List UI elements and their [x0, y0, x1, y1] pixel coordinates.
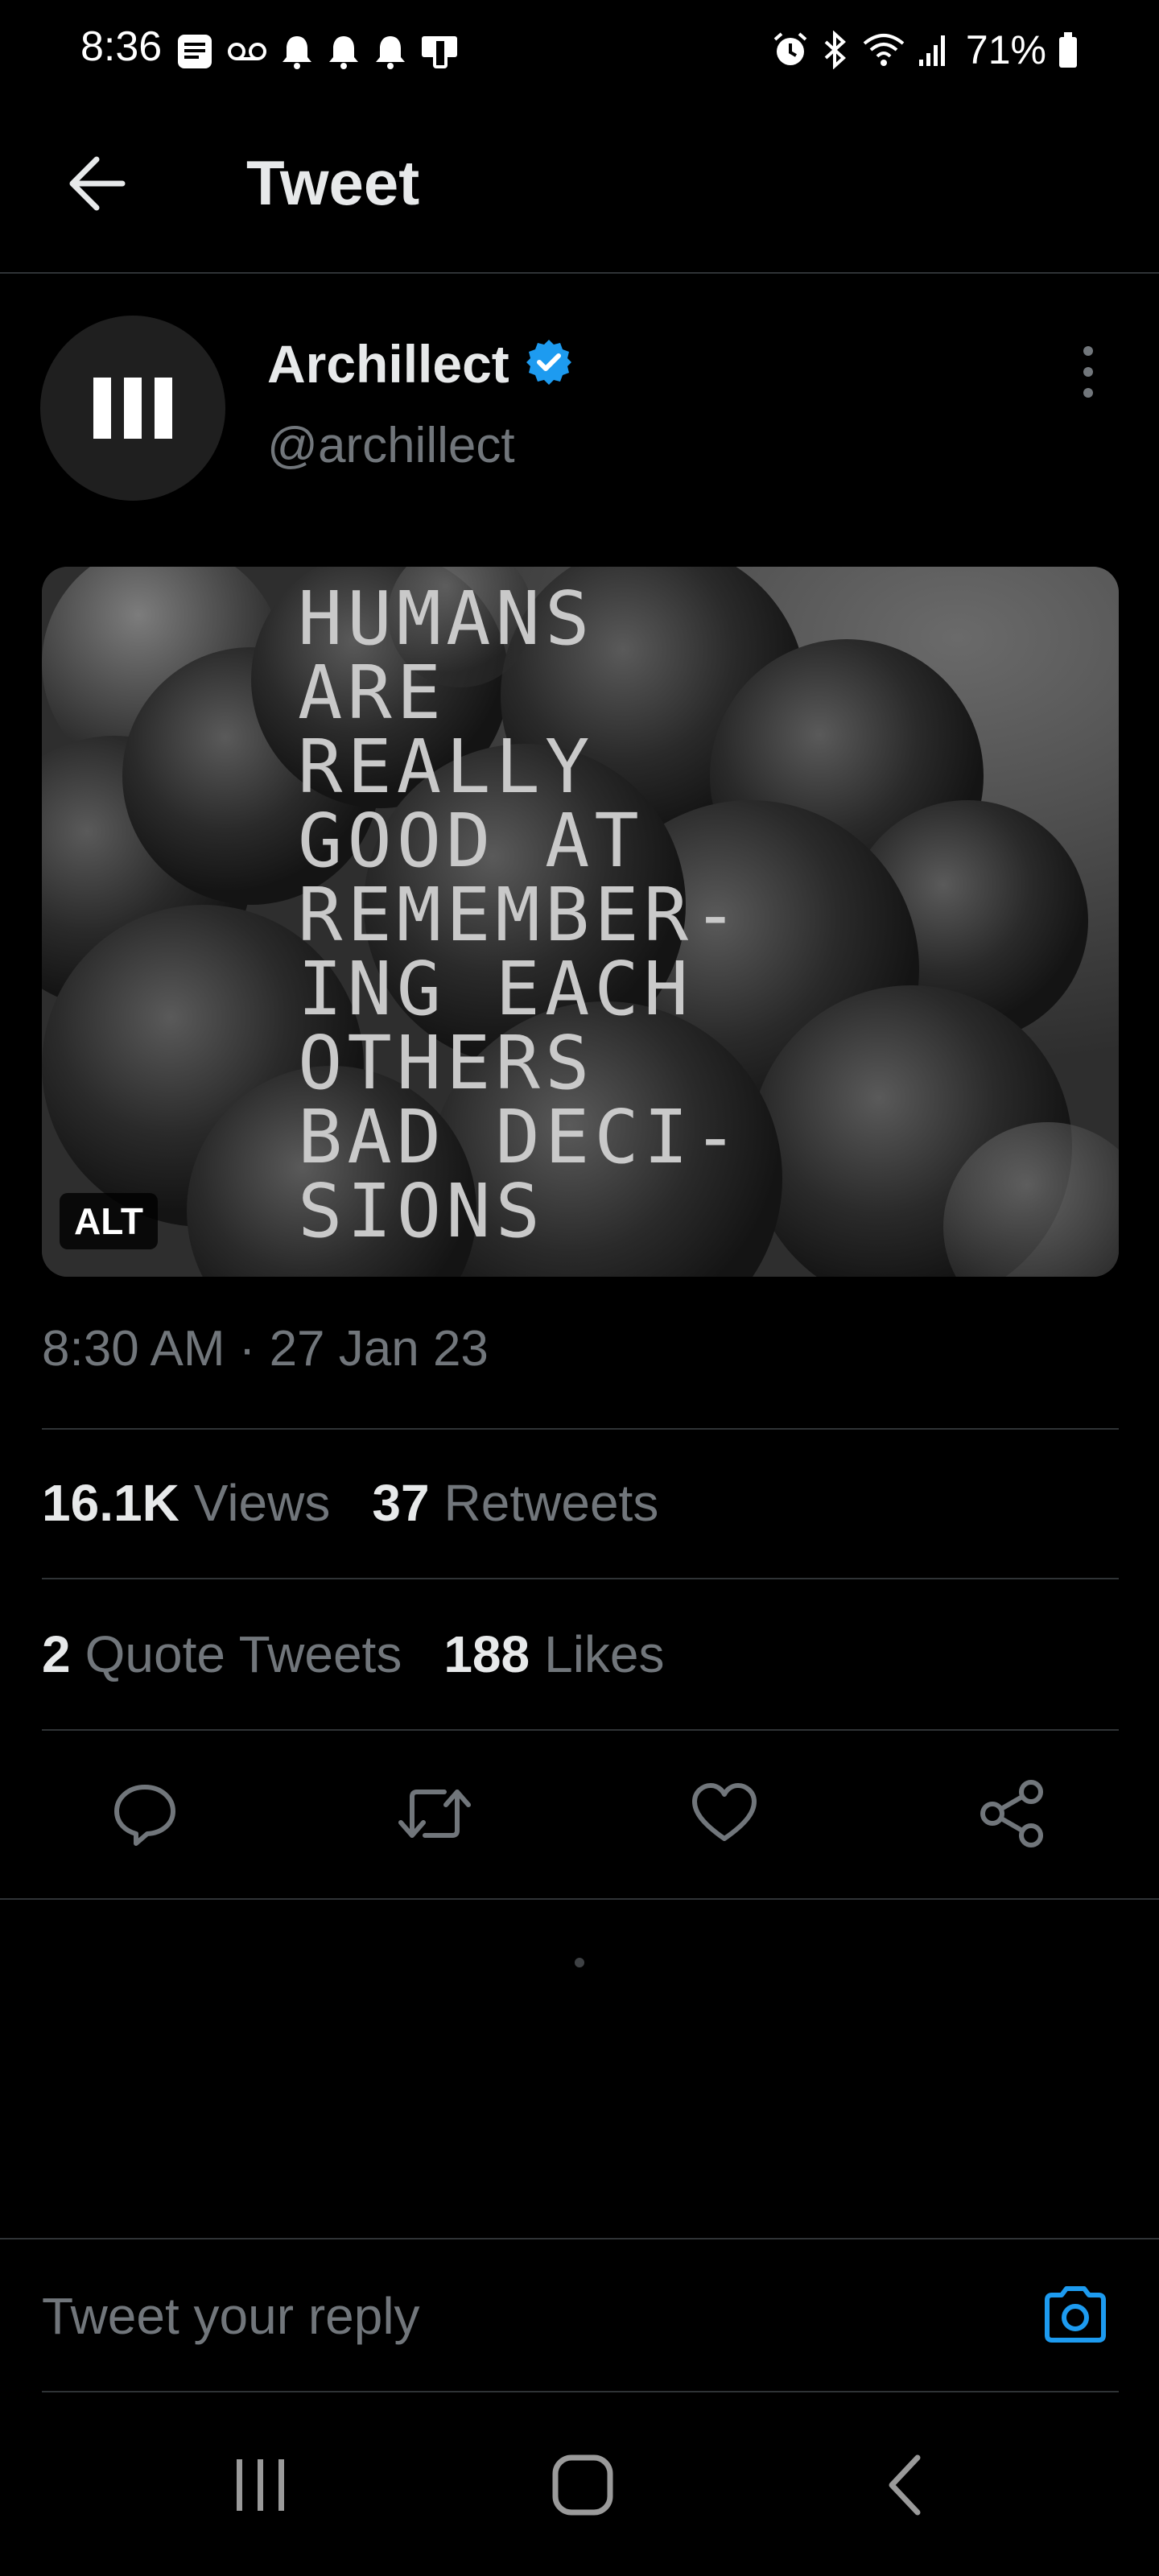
- alarm-icon: [771, 30, 810, 70]
- tweet-image[interactable]: HUMANS ARE REALLY GOOD AT REMEMBER- ING EACH O…: [42, 567, 1119, 1277]
- reply-button[interactable]: [97, 1771, 193, 1860]
- arrow-left-icon: [64, 151, 129, 220]
- views-label: Views: [193, 1474, 331, 1532]
- camera-icon: [1041, 2284, 1110, 2349]
- retweet-button[interactable]: [386, 1771, 483, 1860]
- camera-button[interactable]: [1035, 2280, 1116, 2352]
- voicemail-icon: [227, 31, 267, 72]
- image-text-line: HUMANS: [298, 576, 594, 662]
- recents-button[interactable]: [204, 2442, 317, 2531]
- share-icon: [976, 1777, 1049, 1854]
- reply-bar: [0, 2238, 1159, 2392]
- status-time: 8:36: [80, 23, 163, 70]
- signal-icon: [918, 30, 950, 70]
- image-text-line: REALLY: [298, 724, 594, 810]
- message-icon: [175, 31, 214, 72]
- image-text-line: BAD DECI-: [298, 1094, 743, 1180]
- battery-percent: 71%: [965, 27, 1046, 72]
- retweet-icon: [394, 1777, 475, 1854]
- author-handle[interactable]: @archillect: [267, 417, 515, 474]
- smoke-cloud-image: HUMANSAREREALLYGOOD ATREMEMBER-ING EACHO…: [42, 567, 1119, 1277]
- reply-underline: [42, 2391, 1119, 2392]
- stats-row-views-retweets: 16.1K Views 37 Retweets: [42, 1473, 700, 1533]
- reply-icon: [109, 1777, 181, 1854]
- divider: [42, 1578, 1119, 1579]
- likes-label[interactable]: Likes: [544, 1624, 664, 1684]
- image-text-line: ING EACH: [298, 946, 693, 1032]
- battery-icon: [1058, 30, 1079, 70]
- stats-row-quotes-likes: 2 Quote Tweets 188 Likes: [42, 1624, 707, 1684]
- wifi-icon: [861, 30, 906, 70]
- alt-badge[interactable]: ALT: [60, 1193, 159, 1249]
- quote-tweets-label[interactable]: Quote Tweets: [85, 1624, 402, 1684]
- tweet-timestamp: 8:30 AM · 27 Jan 23: [42, 1321, 489, 1377]
- image-text-line: GOOD AT: [298, 798, 644, 884]
- likes-count[interactable]: 188: [443, 1624, 530, 1684]
- image-text-line: ARE: [298, 650, 446, 736]
- page-title: Tweet: [246, 147, 420, 218]
- more-dots-icon: [1083, 346, 1093, 356]
- top-bar: Tweet: [0, 103, 1159, 274]
- bluetooth-icon: [821, 30, 850, 70]
- tweet-actions: [0, 1731, 1159, 1900]
- back-button[interactable]: [56, 145, 137, 225]
- image-text-line: SIONS: [298, 1168, 545, 1254]
- image-text-line: OTHERS: [298, 1020, 594, 1106]
- author-name-row[interactable]: Archillect: [267, 333, 574, 394]
- quote-tweets-count[interactable]: 2: [42, 1624, 71, 1684]
- verified-badge-icon: [524, 337, 574, 391]
- home-button[interactable]: [526, 2442, 639, 2531]
- device-icon: [420, 31, 459, 72]
- share-button[interactable]: [964, 1771, 1061, 1860]
- divider: [42, 1428, 1119, 1430]
- retweets-count[interactable]: 37: [372, 1473, 429, 1533]
- retweets-label[interactable]: Retweets: [444, 1473, 659, 1533]
- avatar[interactable]: [40, 316, 225, 501]
- bell-icon: [280, 31, 314, 72]
- more-options-button[interactable]: [1064, 338, 1112, 406]
- notification-icons: [175, 31, 459, 72]
- like-icon: [688, 1777, 761, 1854]
- bell-icon: [373, 31, 407, 72]
- system-nav-bar: [0, 2399, 1159, 2576]
- author-name[interactable]: Archillect: [267, 333, 509, 394]
- loading-indicator: [575, 1958, 584, 1967]
- image-text-line: REMEMBER-: [298, 872, 743, 958]
- recents-icon: [229, 2453, 293, 2521]
- bell-icon: [327, 31, 361, 72]
- back-icon: [874, 2453, 938, 2521]
- system-icons: 71%: [771, 27, 1079, 72]
- views-count: 16.1K: [42, 1474, 179, 1532]
- home-icon: [551, 2453, 615, 2521]
- nav-back-button[interactable]: [850, 2442, 963, 2531]
- status-bar: 8:36 71%: [0, 0, 1159, 103]
- reply-input[interactable]: [42, 2280, 975, 2352]
- like-button[interactable]: [676, 1771, 773, 1860]
